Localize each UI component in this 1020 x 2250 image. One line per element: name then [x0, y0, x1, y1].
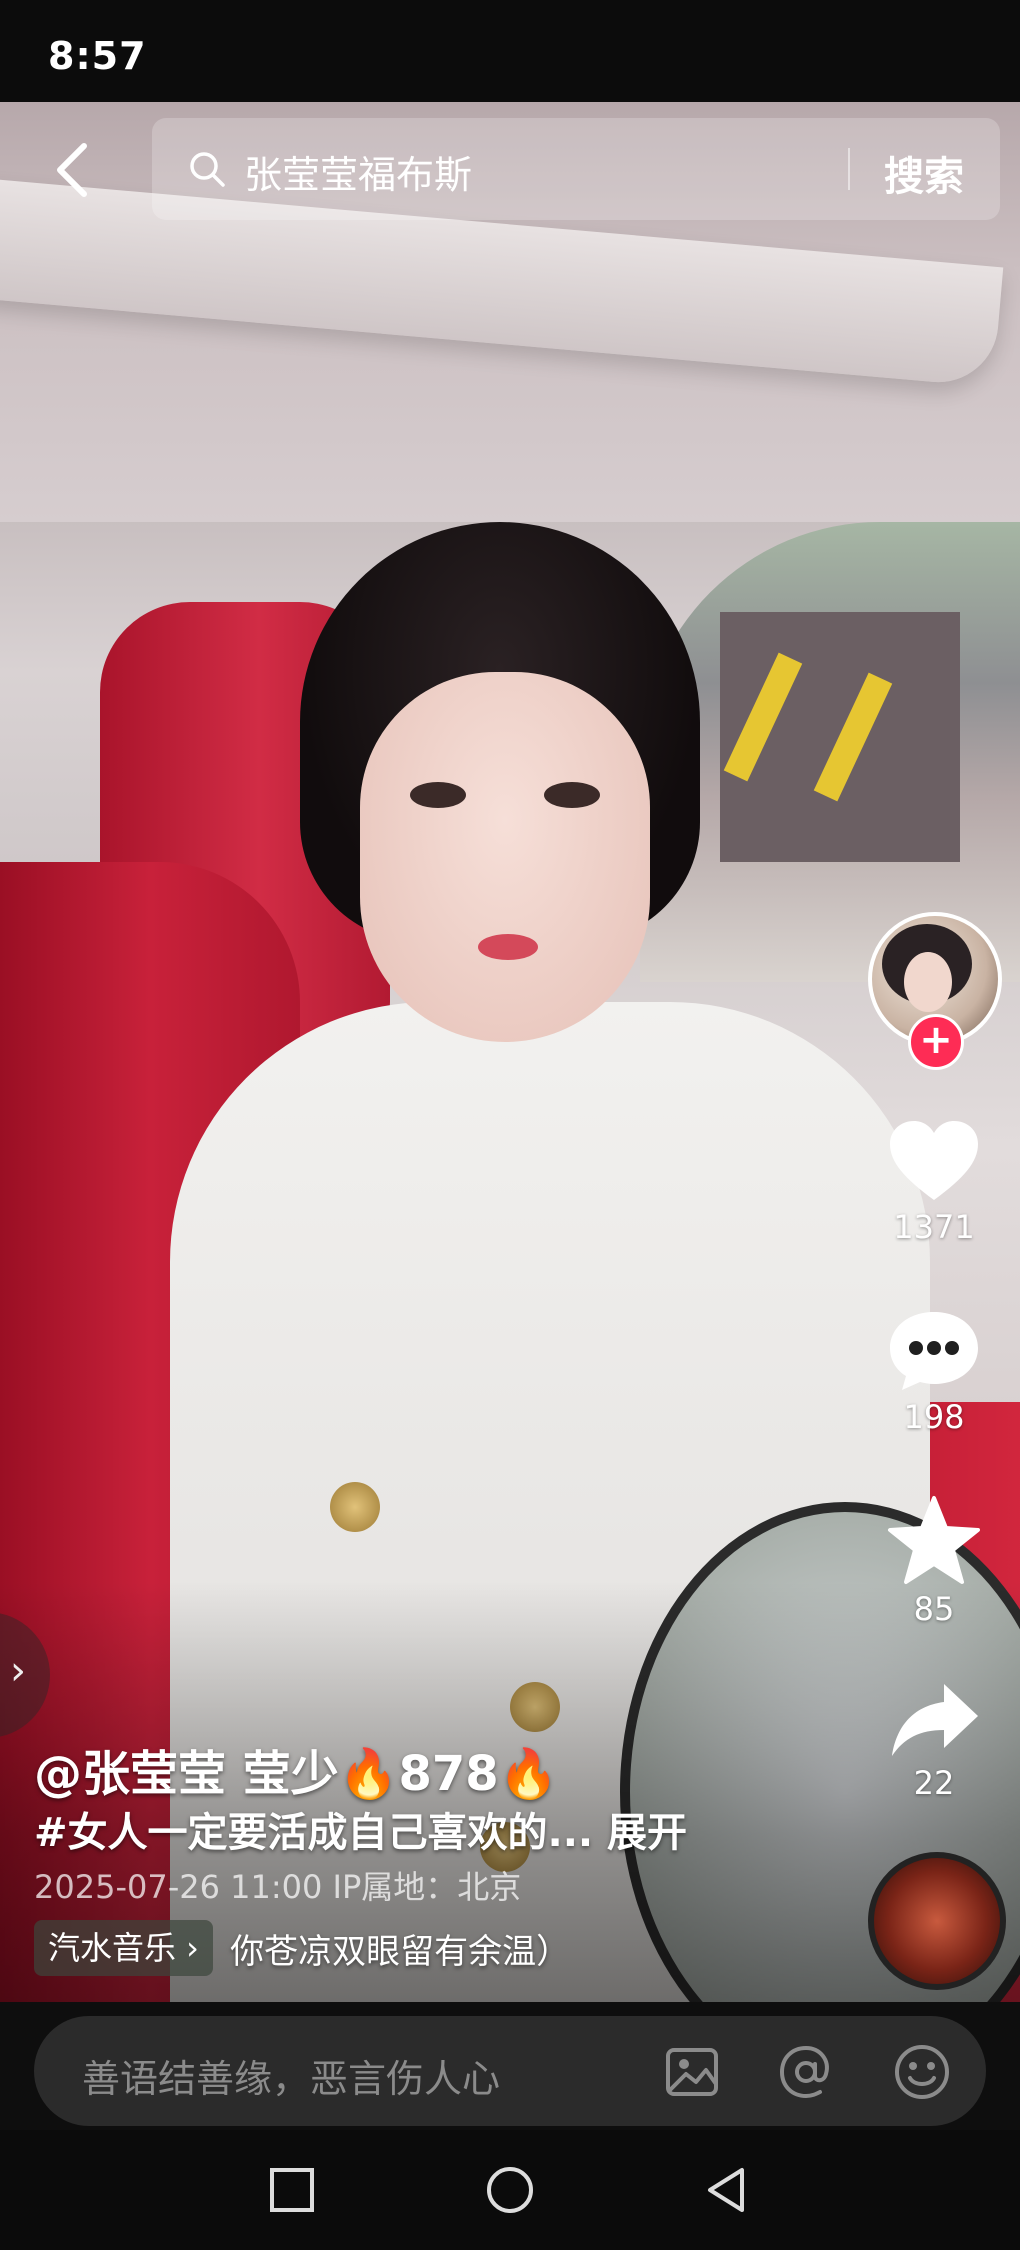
status-time: 8:57 [48, 34, 147, 78]
post-meta: 2025-07-26 11:00 IP属地：北京 [34, 1868, 522, 1906]
search-button[interactable]: 搜索 [884, 144, 964, 202]
search-bar[interactable]: 张莹莹福布斯 搜索 [152, 118, 1000, 220]
comment-input[interactable]: 善语结善缘，恶言伤人心 [34, 2016, 986, 2126]
comment-button[interactable]: 198 [872, 1308, 996, 1436]
back-button[interactable] [46, 140, 106, 200]
heart-icon [890, 1121, 978, 1200]
share-button[interactable]: 22 [872, 1680, 996, 1802]
image-icon[interactable] [662, 2042, 722, 2102]
video-player[interactable] [0, 102, 1020, 2002]
circle-nav-icon[interactable] [484, 2164, 536, 2216]
music-row[interactable]: 汽水音乐 › 你苍凉双眼留有余温） [34, 1920, 570, 1978]
search-icon [190, 152, 225, 187]
comment-icon [890, 1312, 978, 1390]
music-title[interactable]: 你苍凉双眼留有余温） [230, 1924, 570, 1973]
system-nav-bar [0, 2130, 1020, 2250]
comment-placeholder: 善语结善缘，恶言伤人心 [82, 2057, 501, 2101]
search-input[interactable]: 张莹莹福布斯 [244, 144, 472, 199]
like-button[interactable]: 1371 [872, 1118, 996, 1246]
comment-area: 善语结善缘，恶言伤人心 [0, 2002, 1020, 2130]
video-description[interactable]: #女人一定要活成自己喜欢的... 展开 [34, 1800, 687, 1858]
favorite-button[interactable]: 85 [872, 1494, 996, 1628]
square-nav-icon[interactable] [266, 2164, 318, 2216]
search-divider [848, 148, 850, 190]
triangle-back-nav-icon[interactable] [702, 2164, 754, 2216]
back-icon [57, 143, 87, 197]
follow-button[interactable]: + [908, 1014, 964, 1070]
comment-count: 198 [903, 1398, 965, 1436]
share-icon [892, 1684, 978, 1756]
music-disc[interactable] [868, 1852, 1006, 1990]
chevron-right-icon: › [10, 1648, 26, 1694]
star-icon [888, 1496, 980, 1584]
person-face [360, 672, 650, 1042]
favorite-count: 85 [913, 1590, 955, 1628]
author-name[interactable]: @张莹莹 莹少🔥878🔥 [34, 1734, 558, 1804]
status-bar: 8:57 [0, 0, 1020, 102]
like-count: 1371 [893, 1208, 975, 1246]
emoji-icon[interactable] [892, 2042, 952, 2102]
music-app-tag[interactable]: 汽水音乐 › [34, 1920, 213, 1976]
share-count: 22 [913, 1764, 955, 1802]
at-icon[interactable] [776, 2042, 836, 2102]
